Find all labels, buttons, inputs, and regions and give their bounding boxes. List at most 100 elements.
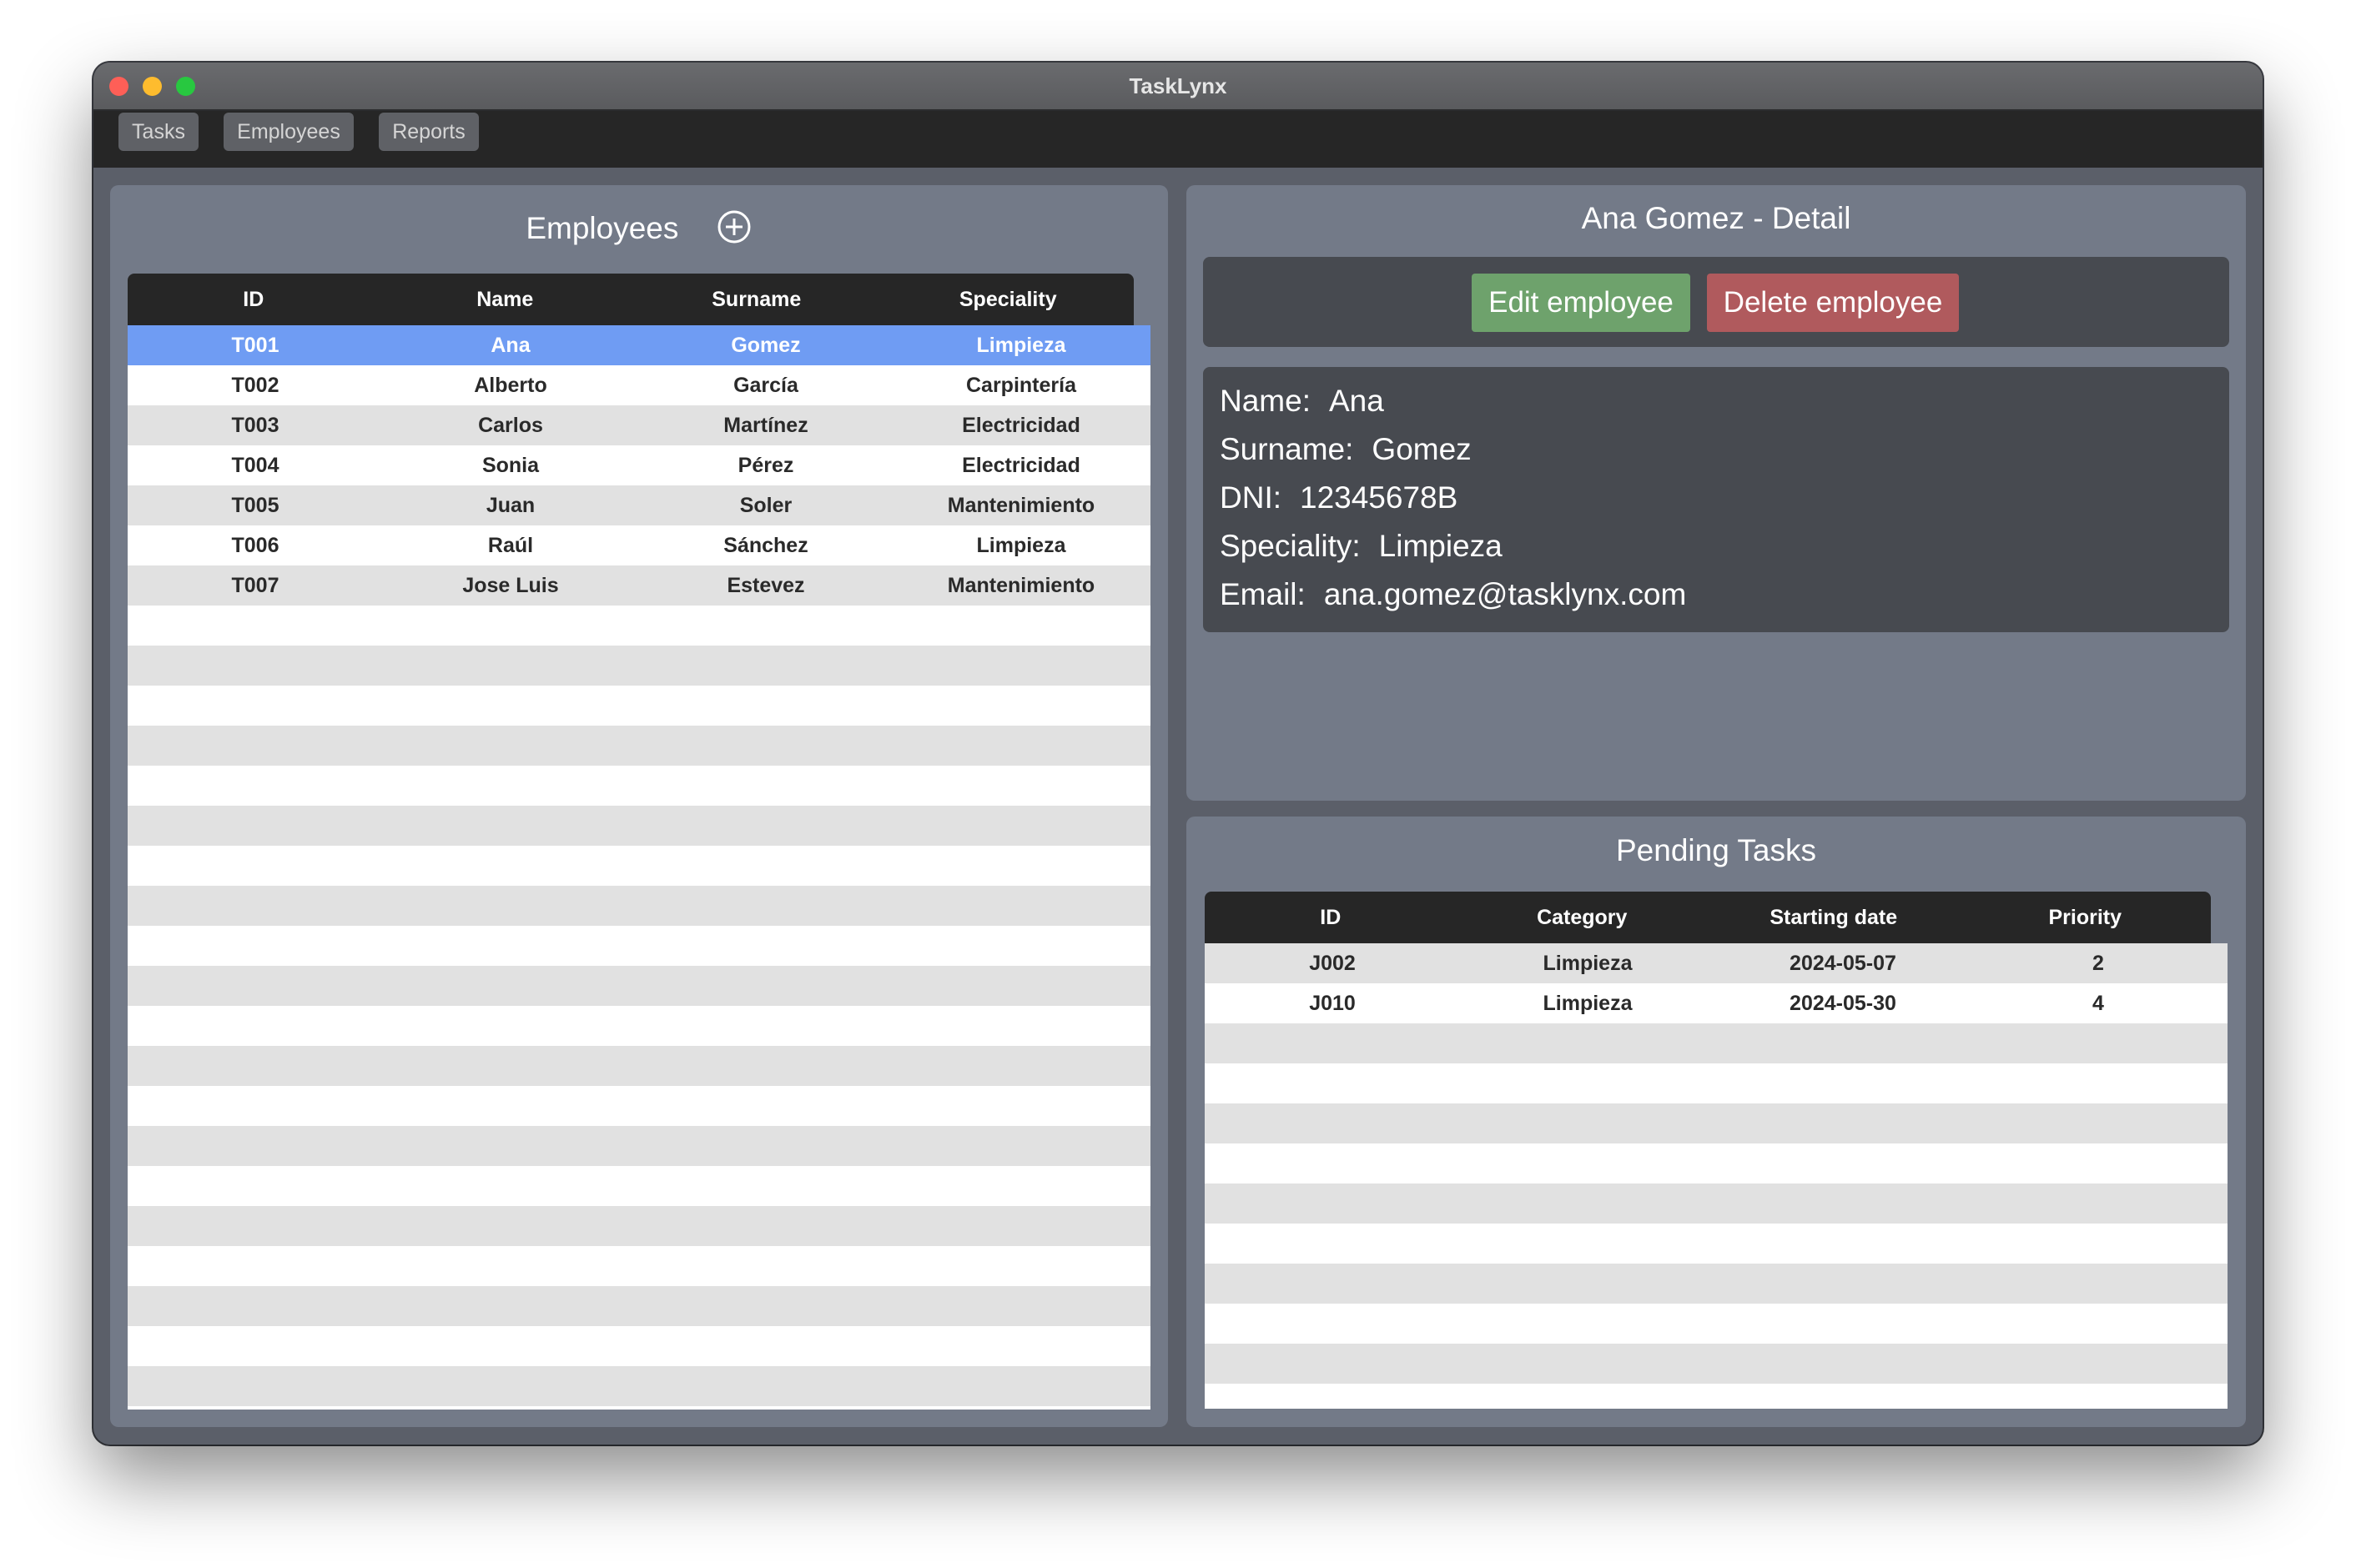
detail-surname-row: Surname: Gomez (1220, 432, 1472, 467)
table-cell: Juan (486, 493, 536, 517)
empty-table-row[interactable] (128, 726, 1150, 766)
table-row[interactable]: T007 Jose Luis Estevez Mantenimiento (128, 565, 1150, 606)
table-cell: Soler (739, 493, 793, 517)
empty-table-row[interactable] (128, 966, 1150, 1006)
empty-table-row[interactable] (128, 1366, 1150, 1406)
column-header-id[interactable]: ID (128, 288, 380, 312)
table-cell: Sonia (481, 453, 540, 477)
empty-table-row[interactable] (1205, 1103, 2228, 1143)
table-row[interactable]: T006 Raúl Sánchez Limpieza (128, 525, 1150, 565)
empty-table-row[interactable] (1205, 1184, 2228, 1224)
table-row[interactable]: T004 Sonia Pérez Electricidad (128, 445, 1150, 485)
table-cell: Martínez (723, 413, 808, 437)
table-cell: T006 (231, 533, 279, 557)
app-window: TaskLynx Tasks Employees Reports Employe… (93, 63, 2263, 1445)
table-row[interactable]: J010 Limpieza 2024-05-30 4 (1205, 983, 2228, 1023)
table-cell: T001 (231, 333, 279, 357)
empty-table-row[interactable] (1205, 1344, 2228, 1384)
detail-speciality-value: Limpieza (1378, 529, 1503, 563)
table-cell: T005 (231, 493, 279, 517)
table-cell: Limpieza (976, 333, 1066, 357)
empty-table-row[interactable] (1205, 1063, 2228, 1103)
empty-table-row[interactable] (128, 1246, 1150, 1286)
employees-panel: Employees ID Name Surname Speciality T00… (110, 185, 1168, 1427)
column-header-speciality[interactable]: Speciality (883, 288, 1135, 312)
delete-employee-button[interactable]: Delete employee (1707, 274, 1959, 332)
detail-dni-value: 12345678B (1300, 480, 1458, 515)
table-cell: T002 (231, 373, 279, 397)
column-header-starting-date[interactable]: Starting date (1708, 906, 1960, 930)
table-cell: Electricidad (962, 413, 1080, 437)
empty-table-row[interactable] (128, 1166, 1150, 1206)
column-header-surname[interactable]: Surname (631, 288, 883, 312)
table-cell: Estevez (727, 573, 805, 597)
table-row[interactable]: T003 Carlos Martínez Electricidad (128, 405, 1150, 445)
table-cell: García (733, 373, 798, 397)
column-header-id[interactable]: ID (1205, 906, 1457, 930)
plus-circle-icon[interactable] (716, 209, 753, 245)
empty-table-row[interactable] (128, 1286, 1150, 1326)
table-row[interactable]: T005 Juan Soler Mantenimiento (128, 485, 1150, 525)
empty-table-row[interactable] (128, 846, 1150, 886)
table-row[interactable]: T002 Alberto García Carpintería (128, 365, 1150, 405)
empty-table-row[interactable] (128, 1046, 1150, 1086)
table-cell: 2024-05-30 (1790, 991, 1896, 1015)
table-cell: Limpieza (1543, 951, 1633, 975)
table-cell: Mantenimiento (947, 493, 1095, 517)
detail-dni-row: DNI: 12345678B (1220, 480, 1457, 515)
table-cell: 2 (2092, 951, 2104, 975)
empty-table-row[interactable] (1205, 1023, 2228, 1063)
empty-table-row[interactable] (128, 1006, 1150, 1046)
table-cell: Limpieza (1543, 991, 1633, 1015)
empty-table-row[interactable] (1205, 1304, 2228, 1344)
nav-tab-employees[interactable]: Employees (224, 113, 354, 151)
empty-table-row[interactable] (1205, 1224, 2228, 1264)
table-cell: Mantenimiento (947, 573, 1095, 597)
empty-table-row[interactable] (128, 606, 1150, 646)
title-bar[interactable]: TaskLynx (93, 63, 2263, 111)
empty-table-row[interactable] (128, 886, 1150, 926)
nav-tab-reports[interactable]: Reports (379, 113, 479, 151)
table-cell: Electricidad (962, 453, 1080, 477)
table-cell: T004 (231, 453, 279, 477)
column-header-category[interactable]: Category (1457, 906, 1709, 930)
detail-panel: Ana Gomez - Detail Edit employee Delete … (1186, 185, 2246, 801)
column-header-priority[interactable]: Priority (1960, 906, 2212, 930)
table-cell: T003 (231, 413, 279, 437)
detail-speciality-row: Speciality: Limpieza (1220, 529, 1503, 564)
table-cell: Carpintería (966, 373, 1076, 397)
column-header-name[interactable]: Name (380, 288, 632, 312)
table-row[interactable]: J002 Limpieza 2024-05-07 2 (1205, 943, 2228, 983)
empty-table-row[interactable] (128, 806, 1150, 846)
nav-tab-tasks[interactable]: Tasks (118, 113, 199, 151)
tasks-table-header: ID Category Starting date Priority (1205, 892, 2211, 943)
empty-table-row[interactable] (128, 646, 1150, 686)
empty-table-row[interactable] (1205, 1143, 2228, 1184)
window-title: TaskLynx (1129, 73, 1227, 98)
employees-title-bar: Employees (110, 209, 1168, 246)
empty-table-row[interactable] (128, 1126, 1150, 1166)
table-cell: Limpieza (976, 533, 1066, 557)
table-cell: 4 (2092, 991, 2104, 1015)
empty-table-row[interactable] (128, 766, 1150, 806)
table-row[interactable]: T001 Ana Gomez Limpieza (128, 325, 1150, 365)
nav-toolbar: Tasks Employees Reports (93, 111, 2263, 168)
table-cell: 2024-05-07 (1790, 951, 1896, 975)
detail-name-row: Name: Ana (1220, 384, 1384, 419)
edit-employee-button[interactable]: Edit employee (1472, 274, 1690, 332)
empty-table-row[interactable] (128, 1326, 1150, 1366)
detail-surname-value: Gomez (1372, 432, 1472, 466)
detail-email-value: ana.gomez@tasklynx.com (1323, 577, 1687, 611)
detail-title: Ana Gomez - Detail (1581, 201, 1851, 235)
empty-table-row[interactable] (128, 1086, 1150, 1126)
detail-label: Email: (1220, 577, 1306, 611)
table-cell: Carlos (478, 413, 543, 437)
empty-table-row[interactable] (128, 926, 1150, 966)
detail-email-row: Email: ana.gomez@tasklynx.com (1220, 577, 1686, 612)
table-cell: Raúl (487, 533, 534, 557)
empty-table-row[interactable] (128, 1206, 1150, 1246)
table-cell: Pérez (738, 453, 794, 477)
employees-table: ID Name Surname Speciality T001 Ana Gomez L… (128, 274, 1150, 1410)
empty-table-row[interactable] (128, 686, 1150, 726)
empty-table-row[interactable] (1205, 1264, 2228, 1304)
